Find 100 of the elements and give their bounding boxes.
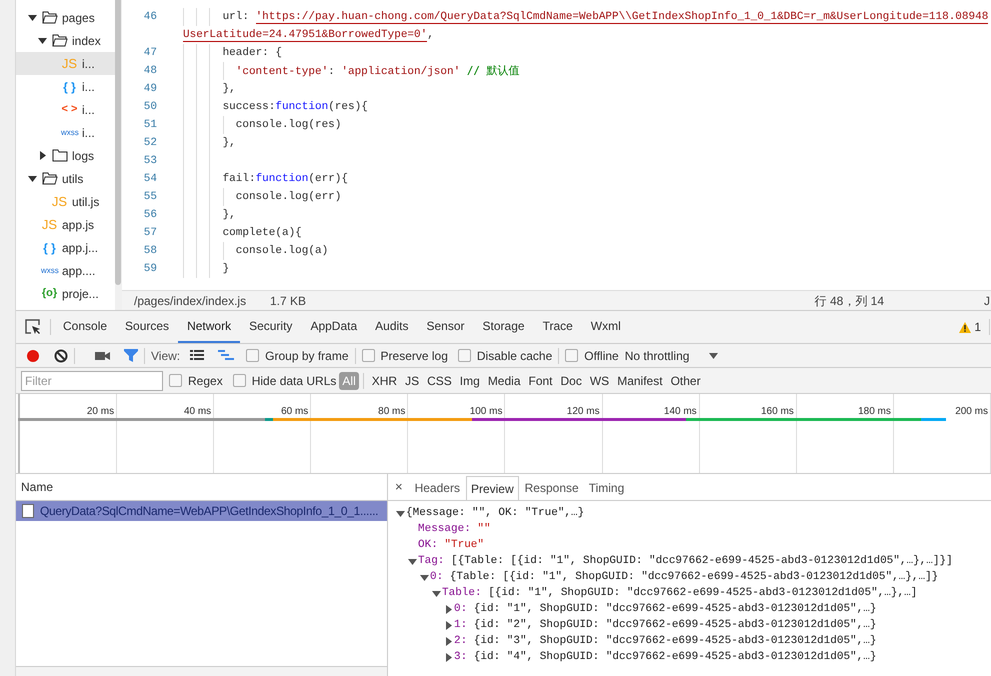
collapsed-arrow-icon[interactable] <box>444 604 453 614</box>
detail-tab[interactable]: Preview <box>466 476 519 500</box>
request-name: QueryData?SqlCmdName=WebAPP\GetIndexShopInfo_1_0_1...... <box>40 503 378 520</box>
file-tree-item[interactable]: pages <box>16 6 115 29</box>
file-tree-item[interactable]: { } app.j... <box>16 236 115 259</box>
code-line: 'content-type': 'application/json' // 默认值 <box>236 63 520 80</box>
checkbox[interactable] <box>362 349 375 362</box>
warning-count[interactable]: 1 <box>974 318 981 336</box>
checkbox[interactable] <box>246 349 260 362</box>
expanded-arrow-icon[interactable] <box>408 556 417 566</box>
code-line: UserLatitude=24.47951&BorrowedType=0', <box>183 28 434 44</box>
line-number: 50 <box>142 100 158 115</box>
line-number: 51 <box>142 118 158 133</box>
code-line: console.log(res) <box>236 118 342 133</box>
code-line: complete(a){ <box>222 226 302 241</box>
line-number: 52 <box>142 136 158 151</box>
devtools-tab[interactable]: Audits <box>366 311 418 343</box>
expanded-arrow-icon[interactable] <box>432 588 441 598</box>
checkbox[interactable] <box>232 374 246 387</box>
resource-type-filter[interactable]: XHR <box>368 372 400 390</box>
record-icon[interactable] <box>26 348 40 362</box>
warning-icon <box>959 322 972 332</box>
caret-icon <box>709 351 718 360</box>
line-number: 47 <box>142 46 158 61</box>
expanded-arrow-icon[interactable] <box>396 508 405 518</box>
folder-icon <box>42 11 58 24</box>
resource-type-filter[interactable]: JS <box>402 372 422 390</box>
expanded-arrow-icon[interactable] <box>420 572 429 582</box>
resource-type-filter[interactable]: Doc <box>558 372 585 390</box>
collapsed-arrow-icon[interactable] <box>444 636 453 646</box>
time-tick-label: 120 ms <box>566 406 600 417</box>
line-number: 53 <box>142 154 158 169</box>
devtools-tab[interactable]: AppData <box>301 311 366 343</box>
inspect-icon[interactable] <box>25 319 41 335</box>
checkbox[interactable] <box>565 349 578 362</box>
close-button[interactable]: × <box>388 474 410 500</box>
file-size: 1.7 KB <box>270 292 306 310</box>
resource-type-filter[interactable]: CSS <box>424 372 455 390</box>
devtools-tab[interactable]: Wxml <box>582 311 630 343</box>
file-type-icon: wxss <box>61 128 78 136</box>
file-tree-item[interactable]: JS i... <box>16 52 115 75</box>
devtools-tab[interactable]: Storage <box>474 311 534 343</box>
time-tick-label: 100 ms <box>470 406 502 417</box>
checkbox[interactable] <box>458 349 471 362</box>
time-tick-label: 20 ms <box>86 406 114 417</box>
devtools-tab[interactable]: Security <box>240 311 302 343</box>
devtools-tab[interactable]: Console <box>54 311 116 343</box>
line-number: 46 <box>142 10 158 25</box>
resource-type-filter[interactable]: Manifest <box>614 372 666 390</box>
document-icon <box>22 504 34 518</box>
time-tick-label: 180 ms <box>858 406 891 417</box>
file-type-icon: < > <box>61 104 78 115</box>
file-tree-item[interactable]: { } i... <box>16 75 115 98</box>
file-tree-item[interactable]: {o} proje... <box>16 282 115 305</box>
resource-type-filter[interactable]: Img <box>456 372 483 390</box>
checkbox[interactable] <box>169 374 182 387</box>
scrollbar-thumb[interactable] <box>115 0 121 285</box>
waterfall-view-icon[interactable] <box>218 350 234 361</box>
file-tree-item[interactable]: wxss i... <box>16 121 115 144</box>
resource-type-filter[interactable]: Font <box>526 372 556 390</box>
preview-property: Message: "" <box>418 522 491 537</box>
line-number: 56 <box>142 208 158 223</box>
code-line: }, <box>222 136 236 151</box>
file-tree-item[interactable]: utils <box>16 167 115 190</box>
resource-type-filter[interactable]: WS <box>586 372 612 390</box>
resource-type-filter[interactable]: Other <box>668 372 704 390</box>
file-tree-item[interactable]: JS util.js <box>16 190 115 213</box>
file-tree-item[interactable]: index <box>16 29 115 52</box>
file-type-icon: JS <box>41 218 58 231</box>
file-tree-item[interactable]: wxss app.... <box>16 259 115 282</box>
resource-type-filter[interactable]: Media <box>484 372 524 390</box>
checkbox-label: Group by frame <box>265 348 349 364</box>
request-row[interactable]: QueryData?SqlCmdName=WebAPP\GetIndexShopInfo_1_0_1...... <box>16 501 387 521</box>
file-tree-item[interactable]: < > i... <box>16 98 115 121</box>
collapsed-arrow-icon[interactable] <box>444 620 453 630</box>
devtools-tab[interactable]: Sensor <box>418 311 474 343</box>
detail-tab[interactable]: Headers <box>410 476 464 500</box>
detail-tab[interactable]: Timing <box>584 476 628 500</box>
file-tree-item[interactable]: logs <box>16 144 115 167</box>
list-view-icon[interactable] <box>190 350 204 361</box>
code-line: success:function(res){ <box>222 100 368 115</box>
checkbox-label: Preserve log <box>380 348 448 364</box>
filter-field[interactable]: Filter <box>21 370 163 390</box>
file-type-icon: JS <box>51 195 68 208</box>
folder-icon <box>52 149 68 162</box>
detail-tab[interactable]: Response <box>520 476 583 500</box>
expanded-arrow-icon <box>28 174 37 183</box>
preview-property: 2: {id: "3", ShopGUID: "dcc97662-e699-4525-abd3-0123012d1d05",…} <box>454 634 876 649</box>
devtools-tab[interactable]: Trace <box>534 311 582 343</box>
filter-icon[interactable] <box>124 349 138 362</box>
throttling-dropdown[interactable]: No throttling <box>624 346 718 364</box>
code-line: url: 'https://pay.huan-chong.com/QueryData?SqlCmdName=WebAPP\\GetIndexShopInfo_1_0_1&DBC=r_m&UserLongitude=118.08948 <box>222 10 988 26</box>
collapsed-arrow-icon[interactable] <box>444 652 453 662</box>
devtools-tab[interactable]: Sources <box>116 311 178 343</box>
video-camera-icon[interactable] <box>95 350 110 360</box>
file-type-icon: wxss <box>41 266 58 274</box>
line-number: 58 <box>142 244 158 259</box>
file-tree-item[interactable]: JS app.js <box>16 213 115 236</box>
file-type-icon: JS <box>61 57 78 70</box>
clear-icon[interactable] <box>54 348 68 362</box>
